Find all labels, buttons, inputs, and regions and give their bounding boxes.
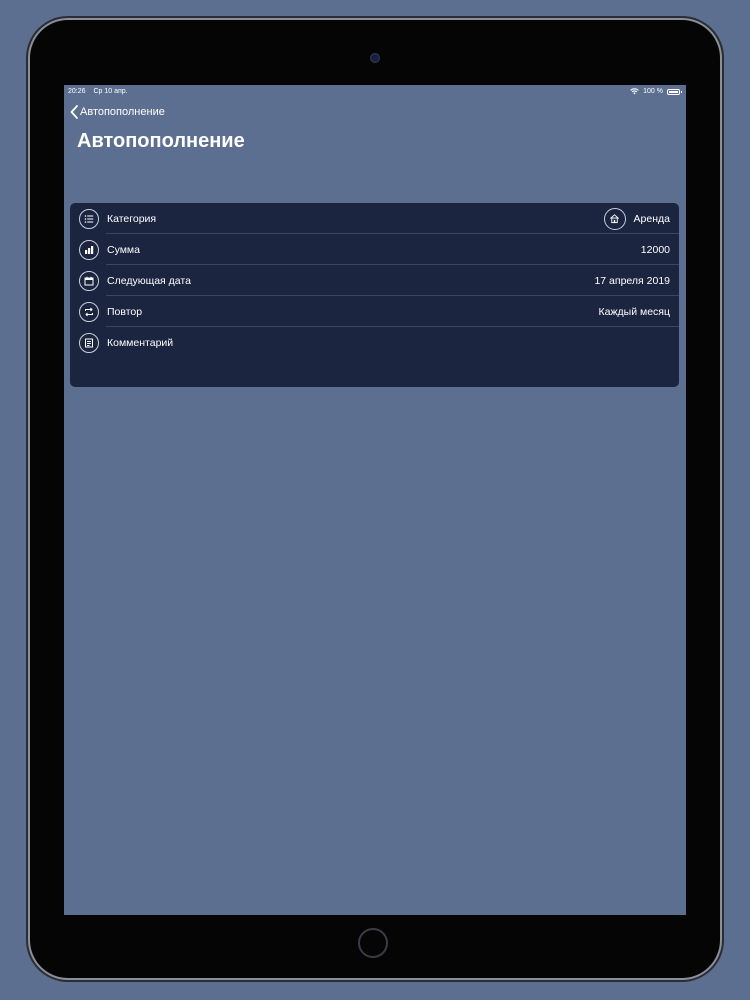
tablet-frame: 20:26 Ср 10 апр. 100 % Автопополнение Ав… [30,20,720,978]
status-date: Ср 10 апр. [93,88,128,95]
calendar-icon [79,270,99,291]
repeat-row[interactable]: Повтор Каждый месяц [70,296,679,327]
repeat-value: Каждый месяц [598,305,670,318]
category-row[interactable]: Категория Аренда [70,203,679,234]
front-camera [370,53,380,63]
page-title: Автопополнение [77,130,245,152]
app-screen: 20:26 Ср 10 апр. 100 % Автопополнение Ав… [64,85,686,915]
comment-input[interactable] [70,358,679,387]
back-button-label: Автопополнение [80,106,165,118]
amount-value: 12000 [640,243,670,256]
repeat-label: Повтор [107,305,143,318]
back-button[interactable]: Автопополнение [70,105,165,119]
home-button[interactable] [358,928,388,958]
amount-label: Сумма [107,243,140,256]
coins-icon [79,239,99,260]
battery-percentage: 100 % [643,88,663,95]
battery-icon [667,88,682,95]
next-date-value: 17 апреля 2019 [594,274,670,287]
house-icon [603,207,626,230]
category-label: Категория [107,212,157,225]
wifi-icon [630,88,639,95]
comment-row[interactable]: Комментарий [70,327,679,358]
list-icon [79,208,99,229]
category-value: Аренда [633,212,670,225]
amount-row[interactable]: Сумма 12000 [70,234,679,265]
note-icon [79,332,99,353]
next-date-label: Следующая дата [107,274,191,287]
status-time: 20:26 [68,88,86,95]
repeat-icon [79,301,99,322]
status-bar: 20:26 Ср 10 апр. 100 % [64,85,686,99]
next-date-row[interactable]: Следующая дата 17 апреля 2019 [70,265,679,296]
chevron-left-icon [70,105,78,119]
comment-label: Комментарий [107,336,174,349]
autotopup-form: Категория Аренда Сумма 12000 Следующая д… [70,203,679,387]
